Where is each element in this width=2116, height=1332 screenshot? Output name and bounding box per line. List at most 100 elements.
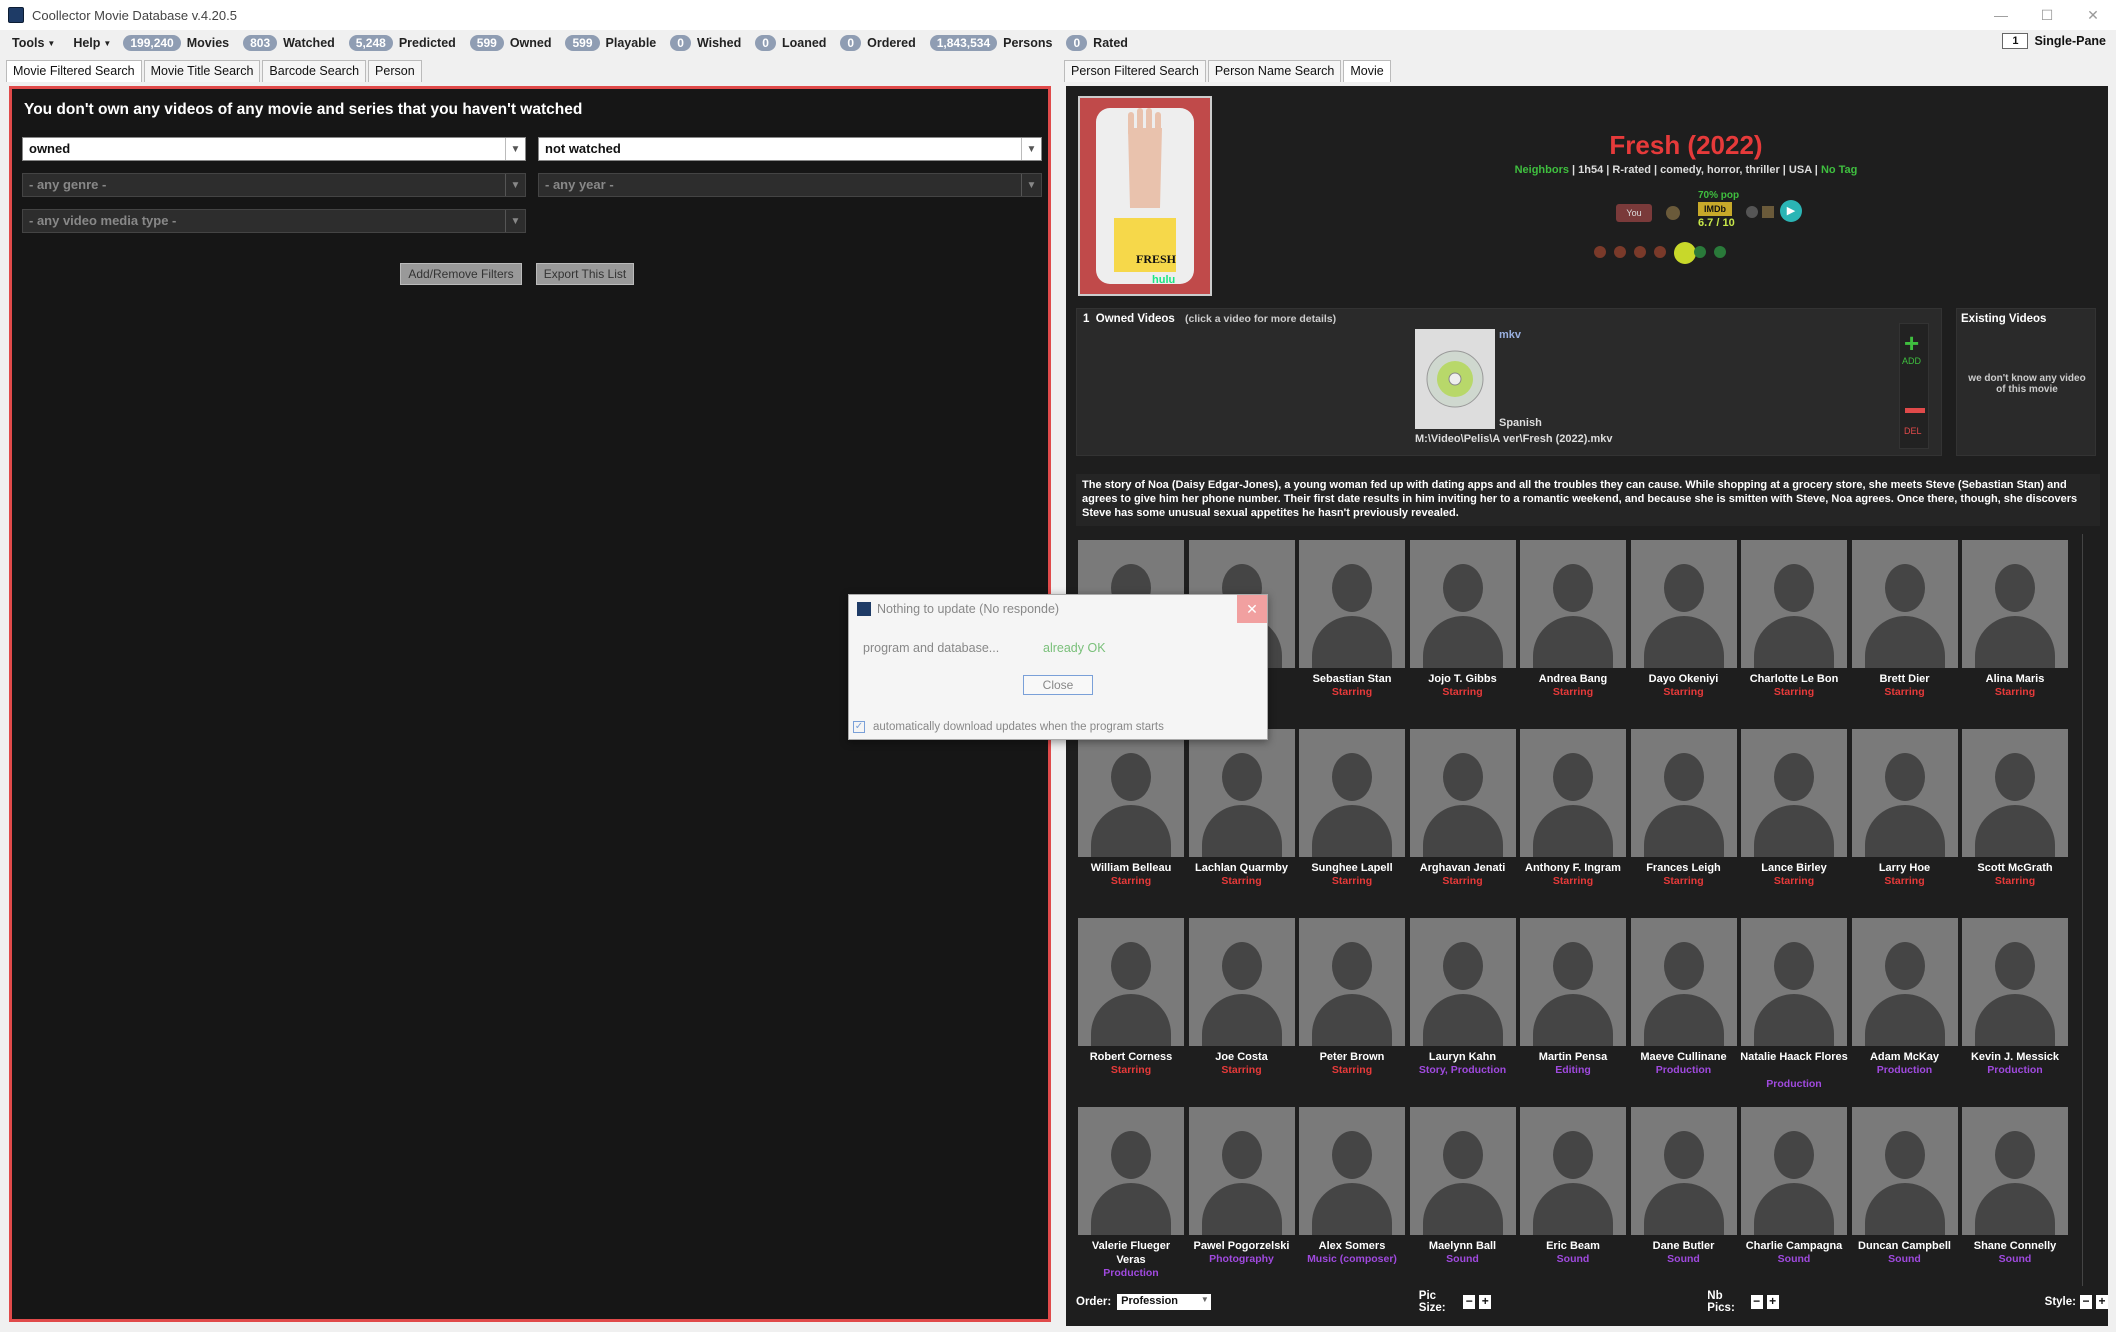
style-minus-button[interactable]: − bbox=[2079, 1295, 2092, 1309]
cast-card[interactable]: Peter Brown Starring bbox=[1297, 918, 1407, 1098]
person-photo[interactable] bbox=[1851, 1107, 1958, 1235]
rating-dot-icon[interactable] bbox=[1634, 246, 1646, 258]
video-disc-thumbnail[interactable] bbox=[1415, 329, 1495, 429]
stat-9[interactable]: 0 Rated bbox=[1066, 35, 1128, 51]
cast-card[interactable]: Arghavan Jenati Starring bbox=[1408, 729, 1518, 909]
cast-card[interactable]: Brett Dier Starring bbox=[1850, 540, 1960, 720]
cast-card[interactable]: Anthony F. Ingram Starring bbox=[1518, 729, 1628, 909]
cast-card[interactable]: Jojo T. Gibbs Starring bbox=[1408, 540, 1518, 720]
cast-card[interactable]: Lachlan Quarmby Starring bbox=[1187, 729, 1297, 909]
cast-card[interactable]: Alex Somers Music (composer) bbox=[1297, 1107, 1407, 1287]
cast-card[interactable]: Sunghee Lapell Starring bbox=[1297, 729, 1407, 909]
person-photo[interactable] bbox=[1520, 540, 1626, 668]
stat-3[interactable]: 599 Owned bbox=[469, 35, 551, 51]
chevron-down-icon[interactable]: ▼ bbox=[1021, 138, 1041, 160]
play-trailer-icon[interactable]: ▶ bbox=[1780, 200, 1802, 222]
tab-left_tabs-1[interactable]: Movie Title Search bbox=[143, 60, 261, 82]
close-window-icon[interactable]: ✕ bbox=[2070, 0, 2116, 30]
maximize-icon[interactable]: ☐ bbox=[2024, 0, 2070, 30]
cast-card[interactable]: Maeve Cullinane Production bbox=[1629, 918, 1739, 1098]
stat-6[interactable]: 0 Loaned bbox=[755, 35, 826, 51]
person-photo[interactable] bbox=[1409, 918, 1516, 1046]
person-photo[interactable] bbox=[1851, 729, 1958, 857]
rating-dot-icon[interactable] bbox=[1694, 246, 1706, 258]
cast-card[interactable]: Alina Maris Starring bbox=[1960, 540, 2070, 720]
person-photo[interactable] bbox=[1299, 540, 1405, 668]
movie-country-link[interactable]: Neighbors bbox=[1515, 164, 1569, 176]
rating-dot-icon[interactable] bbox=[1594, 246, 1606, 258]
cast-card[interactable]: Joe Costa Starring bbox=[1187, 918, 1297, 1098]
person-photo[interactable] bbox=[1630, 1107, 1737, 1235]
person-photo[interactable] bbox=[1741, 729, 1847, 857]
person-photo[interactable] bbox=[1299, 1107, 1405, 1235]
movie-tag-link[interactable]: No Tag bbox=[1821, 164, 1857, 176]
person-photo[interactable] bbox=[1409, 1107, 1516, 1235]
help-menu[interactable]: Help ▼ bbox=[73, 36, 111, 50]
person-photo[interactable] bbox=[1409, 540, 1516, 668]
rating-dot-icon[interactable] bbox=[1674, 242, 1696, 264]
person-photo[interactable] bbox=[1741, 1107, 1847, 1235]
person-photo[interactable] bbox=[1741, 918, 1847, 1046]
stat-5[interactable]: 0 Wished bbox=[670, 35, 741, 51]
cast-card[interactable]: Charlotte Le Bon Starring bbox=[1739, 540, 1849, 720]
person-photo[interactable] bbox=[1299, 729, 1405, 857]
dialog-close-icon[interactable]: ✕ bbox=[1237, 595, 1267, 623]
stat-0[interactable]: 199,240 Movies bbox=[123, 35, 229, 51]
nb-pics-minus-button[interactable]: − bbox=[1750, 1295, 1763, 1309]
pic-size-minus-button[interactable]: − bbox=[1463, 1295, 1476, 1309]
cast-card[interactable]: Scott McGrath Starring bbox=[1960, 729, 2070, 909]
person-photo[interactable] bbox=[1188, 918, 1295, 1046]
chevron-down-icon[interactable]: ▼ bbox=[505, 138, 525, 160]
stat-4[interactable]: 599 Playable bbox=[565, 35, 656, 51]
person-photo[interactable] bbox=[1630, 540, 1737, 668]
tab-right_tabs-1[interactable]: Person Name Search bbox=[1207, 60, 1342, 82]
cast-card[interactable]: Lauryn Kahn Story, Production bbox=[1408, 918, 1518, 1098]
chevron-down-icon[interactable]: ▼ bbox=[505, 210, 525, 232]
movie-poster[interactable]: FRESH hulu bbox=[1078, 96, 1212, 296]
person-photo[interactable] bbox=[1630, 729, 1737, 857]
cast-card[interactable]: Dayo Okeniyi Starring bbox=[1629, 540, 1739, 720]
tools-menu[interactable]: Tools ▼ bbox=[12, 36, 55, 50]
cast-card[interactable]: Natalie Haack Flores Production bbox=[1739, 918, 1849, 1098]
cast-card[interactable]: Robert Corness Starring bbox=[1076, 918, 1186, 1098]
person-photo[interactable] bbox=[1851, 918, 1958, 1046]
person-photo[interactable] bbox=[1078, 918, 1184, 1046]
person-photo[interactable] bbox=[1962, 918, 2068, 1046]
cast-card[interactable]: Frances Leigh Starring bbox=[1629, 729, 1739, 909]
export-list-button[interactable]: Export This List bbox=[536, 263, 634, 285]
auto-update-checkbox[interactable]: ✓ bbox=[853, 721, 865, 733]
youtube-icon[interactable]: You bbox=[1616, 204, 1652, 222]
cast-card[interactable]: Sebastian Stan Starring bbox=[1297, 540, 1407, 720]
person-photo[interactable] bbox=[1299, 918, 1405, 1046]
cast-card[interactable]: Pawel Pogorzelski Photography bbox=[1187, 1107, 1297, 1287]
pic-size-plus-button[interactable]: + bbox=[1479, 1295, 1492, 1309]
person-photo[interactable] bbox=[1741, 540, 1847, 668]
single-pane-toggle[interactable]: 1 Single-Pane bbox=[2002, 33, 2106, 49]
stat-1[interactable]: 803 Watched bbox=[243, 35, 335, 51]
person-photo[interactable] bbox=[1188, 729, 1295, 857]
delete-video-icon[interactable] bbox=[1905, 408, 1925, 413]
oscar-icon[interactable] bbox=[1666, 206, 1680, 220]
add-video-icon[interactable]: + bbox=[1904, 330, 1919, 356]
cast-card[interactable]: Martin Pensa Editing bbox=[1518, 918, 1628, 1098]
tab-left_tabs-2[interactable]: Barcode Search bbox=[262, 60, 367, 82]
tab-right_tabs-0[interactable]: Person Filtered Search bbox=[1064, 60, 1206, 82]
cast-card[interactable]: Valerie Flueger Veras Production bbox=[1076, 1107, 1186, 1287]
cast-card[interactable]: Shane Connelly Sound bbox=[1960, 1107, 2070, 1287]
person-photo[interactable] bbox=[1851, 540, 1958, 668]
cast-card[interactable]: Eric Beam Sound bbox=[1518, 1107, 1628, 1287]
cast-card[interactable]: Lance Birley Starring bbox=[1739, 729, 1849, 909]
cast-scrollbar[interactable] bbox=[2082, 534, 2096, 1286]
cast-card[interactable]: William Belleau Starring bbox=[1076, 729, 1186, 909]
book-icon[interactable] bbox=[1762, 206, 1774, 218]
watched-filter-select[interactable]: not watched ▼ bbox=[538, 137, 1042, 161]
chevron-down-icon[interactable]: ▼ bbox=[1021, 174, 1041, 196]
tab-right_tabs-2[interactable]: Movie bbox=[1343, 60, 1391, 82]
stat-8[interactable]: 1,843,534 Persons bbox=[929, 35, 1052, 51]
order-select[interactable]: Profession ▼ bbox=[1117, 1294, 1211, 1310]
person-photo[interactable] bbox=[1188, 1107, 1295, 1235]
media-type-filter-select[interactable]: - any video media type - ▼ bbox=[22, 209, 526, 233]
person-photo[interactable] bbox=[1962, 729, 2068, 857]
cast-card[interactable]: Andrea Bang Starring bbox=[1518, 540, 1628, 720]
cast-card[interactable]: Larry Hoe Starring bbox=[1850, 729, 1960, 909]
